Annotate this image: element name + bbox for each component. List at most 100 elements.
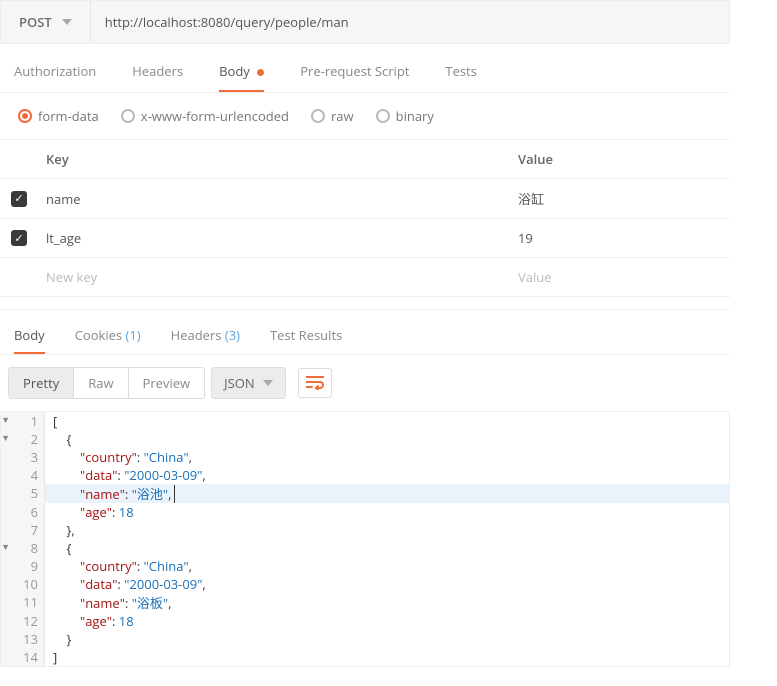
code-source[interactable]: { [45, 539, 729, 557]
radio-circle-icon [18, 109, 32, 123]
tab-authorization[interactable]: Authorization [14, 62, 96, 92]
gutter[interactable]: 8▼ [1, 539, 45, 557]
gutter[interactable]: 11 [1, 593, 45, 612]
headers-count: (3) [225, 326, 240, 344]
response-tabs: Body Cookies (1) Headers (3) Test Result… [0, 309, 730, 355]
code-source[interactable]: ] [45, 648, 729, 666]
resp-tab-headers[interactable]: Headers (3) [171, 326, 240, 354]
radio-circle-icon [376, 109, 390, 123]
chevron-down-icon [263, 380, 273, 386]
tab-body-label: Body [219, 62, 250, 80]
table-row-placeholder[interactable]: New key Value [0, 258, 730, 297]
col-header-value: Value [510, 140, 730, 178]
radio-binary-label: binary [396, 107, 434, 125]
code-line: 11 "name": "浴板", [1, 593, 729, 612]
code-line: 3 "country": "China", [1, 448, 729, 466]
code-line: 4 "data": "2000-03-09", [1, 466, 729, 484]
radio-raw[interactable]: raw [311, 107, 354, 125]
gutter[interactable]: 5 [1, 484, 45, 503]
raw-button[interactable]: Raw [73, 368, 127, 398]
code-source[interactable]: "age": 18 [45, 612, 729, 630]
tab-body[interactable]: Body [219, 62, 264, 92]
gutter[interactable]: 10 [1, 575, 45, 593]
code-line: 12 "age": 18 [1, 612, 729, 630]
resp-tab-headers-label: Headers [171, 326, 222, 344]
value-cell[interactable]: 浴缸 [510, 179, 730, 218]
gutter[interactable]: 6 [1, 503, 45, 521]
resp-tab-body[interactable]: Body [14, 326, 45, 354]
method-label: POST [19, 13, 52, 31]
resp-tab-tests[interactable]: Test Results [270, 326, 342, 354]
format-select[interactable]: JSON [211, 367, 286, 399]
wrap-lines-button[interactable] [298, 368, 332, 398]
request-tabs: Authorization Headers Body Pre-request S… [0, 44, 730, 93]
code-line: 6 "age": 18 [1, 503, 729, 521]
fold-icon[interactable]: ▼ [1, 540, 10, 553]
tab-prerequest[interactable]: Pre-request Script [300, 62, 409, 92]
fold-icon[interactable]: ▼ [1, 431, 10, 444]
code-source[interactable]: } [45, 630, 729, 648]
key-placeholder[interactable]: New key [38, 258, 510, 296]
resp-tab-cookies-label: Cookies [75, 326, 122, 344]
code-source[interactable]: }, [45, 521, 729, 539]
gutter[interactable]: 7 [1, 521, 45, 539]
gutter[interactable]: 9 [1, 557, 45, 575]
gutter[interactable]: 1▼ [1, 412, 45, 430]
gutter[interactable]: 2▼ [1, 430, 45, 448]
code-line: 8▼ { [1, 539, 729, 557]
radio-xwww-label: x-www-form-urlencoded [141, 107, 289, 125]
radio-raw-label: raw [331, 107, 354, 125]
code-line: 13 } [1, 630, 729, 648]
value-cell[interactable]: 19 [510, 219, 730, 257]
method-select[interactable]: POST [1, 1, 91, 43]
radio-xwww[interactable]: x-www-form-urlencoded [121, 107, 289, 125]
wrap-icon [306, 376, 324, 390]
fold-icon[interactable]: ▼ [1, 413, 10, 426]
gutter[interactable]: 13 [1, 630, 45, 648]
code-source[interactable]: "age": 18 [45, 503, 729, 521]
code-line: 5 "name": "浴池", [1, 484, 729, 503]
col-header-key: Key [38, 140, 510, 178]
request-bar: POST http://localhost:8080/query/people/… [0, 0, 730, 44]
preview-button[interactable]: Preview [128, 368, 205, 398]
key-cell[interactable]: name [38, 180, 510, 218]
value-placeholder[interactable]: Value [510, 258, 730, 296]
code-source[interactable]: "name": "浴板", [45, 593, 729, 612]
tab-headers[interactable]: Headers [132, 62, 183, 92]
table-row: ✓ name 浴缸 [0, 179, 730, 219]
code-line: 7 }, [1, 521, 729, 539]
view-mode-group: Pretty Raw Preview [8, 367, 205, 399]
response-body[interactable]: 1▼[2▼ {3 "country": "China",4 "data": "2… [0, 411, 730, 667]
code-source[interactable]: "name": "浴池", [45, 484, 729, 503]
radio-binary[interactable]: binary [376, 107, 434, 125]
gutter[interactable]: 12 [1, 612, 45, 630]
radio-circle-icon [121, 109, 135, 123]
row-checkbox[interactable]: ✓ [11, 230, 27, 246]
cookies-count: (1) [126, 326, 141, 344]
code-source[interactable]: "country": "China", [45, 557, 729, 575]
code-source[interactable]: "data": "2000-03-09", [45, 466, 729, 484]
radio-form-data[interactable]: form-data [18, 107, 99, 125]
table-row: ✓ lt_age 19 [0, 219, 730, 258]
gutter[interactable]: 14 [1, 648, 45, 666]
chevron-down-icon [62, 19, 72, 25]
row-checkbox[interactable]: ✓ [11, 191, 27, 207]
body-type-radios: form-data x-www-form-urlencoded raw bina… [0, 93, 730, 139]
tab-tests[interactable]: Tests [445, 62, 476, 92]
code-source[interactable]: "data": "2000-03-09", [45, 575, 729, 593]
code-line: 14] [1, 648, 729, 666]
pretty-button[interactable]: Pretty [9, 368, 73, 398]
url-input[interactable]: http://localhost:8080/query/people/man [91, 1, 729, 43]
code-source[interactable]: [ [45, 412, 729, 430]
formdata-table: Key Value ✓ name 浴缸 ✓ lt_age 19 New key … [0, 139, 730, 297]
resp-tab-cookies[interactable]: Cookies (1) [75, 326, 141, 354]
radio-circle-icon [311, 109, 325, 123]
unsaved-dot-icon [257, 69, 264, 76]
code-source[interactable]: { [45, 430, 729, 448]
key-cell[interactable]: lt_age [38, 219, 510, 257]
code-line: 2▼ { [1, 430, 729, 448]
gutter[interactable]: 3 [1, 448, 45, 466]
code-source[interactable]: "country": "China", [45, 448, 729, 466]
response-toolbar: Pretty Raw Preview JSON [0, 355, 730, 411]
gutter[interactable]: 4 [1, 466, 45, 484]
